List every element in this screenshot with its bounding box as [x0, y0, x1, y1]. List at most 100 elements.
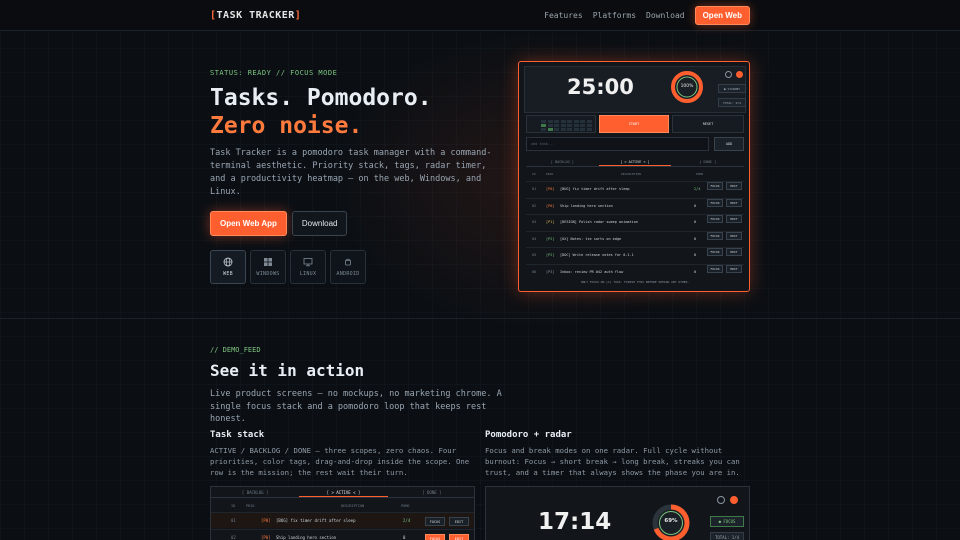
edit-button[interactable]: EDIT	[726, 198, 742, 207]
edit-button[interactable]: EDIT	[726, 248, 742, 256]
col-pomo: POMO	[696, 172, 704, 176]
edit-button[interactable]: EDIT	[449, 534, 469, 540]
demo-title: See it in action	[210, 361, 365, 380]
mode-pill: ● STANDBY	[718, 84, 746, 93]
total-pill: TOTAL: 1/4	[710, 532, 744, 540]
heatmap-cell	[573, 124, 579, 127]
monitor-icon	[303, 258, 313, 267]
platform-linux[interactable]: LINUX	[290, 250, 326, 284]
globe-icon	[223, 257, 233, 267]
tab-active[interactable]: [ > ACTIVE < ]	[598, 159, 672, 166]
add-task-button[interactable]: ADD	[714, 137, 744, 151]
pomodoro-description: Focus and break modes on one radar. Full…	[485, 446, 740, 477]
focus-button[interactable]: FOCUS	[425, 517, 445, 526]
heatmap-cell	[554, 120, 559, 123]
focus-button[interactable]: FOCUS	[707, 231, 723, 240]
row-priority: [P2]	[546, 236, 555, 241]
edit-button[interactable]: EDIT	[726, 231, 742, 240]
focus-button[interactable]: FOCUS	[707, 264, 723, 273]
reset-button[interactable]: RESET	[672, 115, 744, 133]
heatmap-cell	[554, 124, 559, 127]
table-row[interactable]: 01 [P0] [BUG] fix timer drift after sleep 2…	[211, 512, 474, 528]
col-prio: PRIO	[246, 504, 255, 508]
col-id: ID	[532, 172, 536, 176]
edit-button[interactable]: EDIT	[726, 215, 742, 223]
heatmap-cell	[541, 120, 546, 123]
table-row[interactable]: 02 [P0] Ship landing hero section 0 FOCUS EDI…	[211, 529, 474, 540]
task-stack-screenshot: [ BACKLOG ] [ > ACTIVE < ] [ DONE ] ID P…	[210, 486, 475, 540]
col-description: DESCRIPTION	[341, 504, 365, 508]
hero-title: Tasks. Pomodoro. Zero noise.	[210, 84, 432, 140]
edit-button[interactable]: EDIT	[726, 264, 742, 273]
platform-label: LINUX	[299, 271, 317, 277]
row-description: Ship landing hero section	[276, 535, 337, 540]
hero-title-line2: Zero noise.	[210, 113, 363, 139]
heatmap-cell	[547, 124, 553, 127]
heatmap-cell	[580, 128, 585, 131]
nav-link-platforms[interactable]: Platforms	[593, 11, 636, 20]
focus-button[interactable]: FOCUS	[425, 534, 445, 540]
table-row[interactable]: 01 [P0] [BUG] fix timer drift after sleep 2…	[526, 181, 744, 195]
tab-active[interactable]: [ > ACTIVE < ]	[299, 489, 388, 497]
settings-icon[interactable]	[717, 496, 725, 504]
nav-link-features[interactable]: Features	[544, 11, 583, 20]
table-row[interactable]: 05 [P2] [DOC] Write release notes for 0.1.…	[526, 247, 744, 261]
start-button[interactable]: START	[599, 115, 669, 133]
col-prio: PRIO	[546, 172, 554, 176]
hero-description: Task Tracker is a pomodoro task manager …	[210, 148, 492, 197]
row-id: 03	[532, 220, 537, 224]
col-pomo: POMO	[401, 504, 410, 508]
table-row[interactable]: 02 [P0] Ship landing hero section 0 FOCUS EDI…	[526, 197, 744, 212]
platform-web[interactable]: WEB	[210, 250, 246, 284]
status-line: STATUS: READY // FOCUS MODE	[210, 69, 338, 77]
timer-panel: 25:00 100% ● STANDBY TOTAL: 0/4	[524, 66, 746, 113]
row-priority: [P3]	[546, 269, 555, 274]
total-pill: TOTAL: 0/4	[718, 98, 746, 107]
table-row[interactable]: 04 [P2] [UX] Notes: tie sorts on edge 0 FOCU…	[526, 230, 744, 245]
table-row[interactable]: 03 [P1] [DESIGN] Polish radar sweep animat…	[526, 214, 744, 228]
focus-button[interactable]: FOCUS	[707, 248, 723, 256]
mini-icon-group	[725, 71, 743, 78]
row-id: 04	[532, 236, 537, 241]
demo-description: Live product screens — no mockups, no ma…	[210, 389, 502, 424]
close-icon[interactable]	[730, 496, 738, 504]
row-description: Inbox: review PR #42 auth flow	[560, 269, 624, 274]
focus-button[interactable]: FOCUS	[707, 198, 723, 207]
tab-done[interactable]: [ DONE ]	[388, 489, 474, 497]
open-web-button[interactable]: Open Web	[694, 5, 750, 25]
logo[interactable]: [TASK TRACKER]	[210, 10, 301, 21]
close-icon[interactable]	[736, 71, 743, 78]
table-row[interactable]: 06 [P3] Inbox: review PR #42 auth flow 0 FOC…	[526, 263, 744, 278]
focus-button[interactable]: FOCUS	[707, 182, 723, 190]
row-priority: [P1]	[546, 220, 555, 224]
open-web-app-button[interactable]: Open Web App	[210, 211, 287, 236]
platform-android[interactable]: ANDROID	[330, 250, 366, 284]
heatmap-cell	[560, 128, 566, 131]
focus-footer: ONLY FOCUS ON [1] TASK. FINISH THIS BEFO…	[580, 280, 690, 284]
download-button[interactable]: Download	[291, 211, 348, 236]
platform-label: ANDROID	[336, 271, 360, 277]
edit-button[interactable]: EDIT	[449, 517, 469, 526]
platform-windows[interactable]: WINDOWS	[250, 250, 286, 284]
tab-done[interactable]: [ DONE ]	[671, 159, 744, 166]
focus-button[interactable]: FOCUS	[707, 215, 723, 223]
ring-percent: 100%	[680, 84, 694, 89]
heatmap-cell	[560, 124, 566, 127]
row-id: 02	[231, 535, 236, 540]
row-priority: [P0]	[261, 535, 271, 540]
nav-link-download[interactable]: Download	[646, 11, 685, 20]
hero-title-line1: Tasks. Pomodoro.	[210, 85, 432, 111]
task-input[interactable]: add task...	[526, 137, 709, 151]
platform-label: WINDOWS	[256, 271, 280, 277]
heatmap-cell	[580, 120, 585, 123]
row-description: [BUG] fix timer drift after sleep	[276, 518, 356, 523]
row-description: [DESIGN] Polish radar sweep animation	[560, 220, 638, 224]
task-stack-title: Task stack	[210, 430, 265, 440]
row-priority: [P2]	[546, 253, 555, 257]
heatmap-cell	[567, 124, 572, 127]
nav-links: Features Platforms Download Open Web	[544, 5, 750, 25]
tab-backlog[interactable]: [ BACKLOG ]	[211, 489, 299, 497]
tab-backlog[interactable]: [ BACKLOG ]	[526, 159, 599, 166]
settings-icon[interactable]	[725, 71, 732, 78]
edit-button[interactable]: EDIT	[726, 182, 742, 190]
